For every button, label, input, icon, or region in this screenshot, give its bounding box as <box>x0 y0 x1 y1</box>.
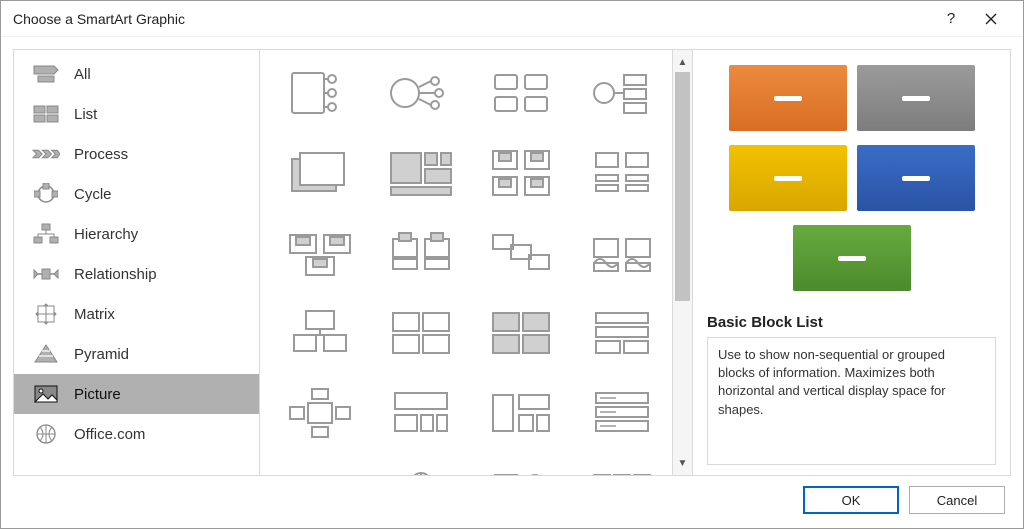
scroll-down-button[interactable]: ▼ <box>674 453 692 473</box>
scroll-up-button[interactable]: ▲ <box>674 52 692 72</box>
layout-thumb[interactable] <box>274 298 367 368</box>
dialog-body: All List Process <box>1 37 1023 528</box>
sidebar-item-label: Pyramid <box>74 346 129 363</box>
process-icon <box>32 143 60 165</box>
layout-thumb[interactable] <box>576 138 669 208</box>
preview-canvas <box>707 58 996 298</box>
layout-thumb[interactable] <box>475 378 568 448</box>
preview-block-1 <box>729 65 847 131</box>
sidebar-item-label: Relationship <box>74 266 157 283</box>
help-button[interactable]: ? <box>931 5 971 33</box>
sidebar-item-pyramid[interactable]: Pyramid <box>14 334 259 374</box>
sidebar-item-label: Process <box>74 146 128 163</box>
close-button[interactable] <box>971 5 1011 33</box>
layout-thumb[interactable] <box>576 218 669 288</box>
preview-block-2 <box>857 65 975 131</box>
pyramid-icon <box>32 343 60 365</box>
layout-thumb[interactable] <box>375 58 468 128</box>
layout-thumb[interactable] <box>375 138 468 208</box>
layout-gallery <box>260 50 672 475</box>
layout-thumb[interactable] <box>375 378 468 448</box>
smartart-dialog: Choose a SmartArt Graphic ? All <box>0 0 1024 529</box>
relationship-icon <box>32 263 60 285</box>
scroll-track[interactable] <box>673 72 692 453</box>
layout-thumb[interactable] <box>475 298 568 368</box>
matrix-icon <box>32 303 60 325</box>
sidebar-item-all[interactable]: All <box>14 54 259 94</box>
preview-block-4 <box>857 145 975 211</box>
titlebar: Choose a SmartArt Graphic ? <box>1 1 1023 37</box>
layout-thumb[interactable] <box>576 378 669 448</box>
sidebar-item-label: All <box>74 66 91 83</box>
sidebar-item-officecom[interactable]: Office.com <box>14 414 259 454</box>
gallery-scrollbar[interactable]: ▲ ▼ <box>672 50 692 475</box>
sidebar-item-matrix[interactable]: Matrix <box>14 294 259 334</box>
layout-thumb[interactable] <box>375 458 468 475</box>
preview-title: Basic Block List <box>707 314 996 331</box>
picture-icon <box>32 383 60 405</box>
globe-icon <box>32 423 60 445</box>
main-area: All List Process <box>13 49 1011 476</box>
layout-thumb[interactable] <box>274 138 367 208</box>
category-sidebar: All List Process <box>14 50 260 475</box>
layout-thumb[interactable] <box>475 138 568 208</box>
layout-thumb[interactable] <box>274 458 367 475</box>
ok-button[interactable]: OK <box>803 486 899 514</box>
sidebar-item-process[interactable]: Process <box>14 134 259 174</box>
preview-pane: Basic Block List Use to show non-sequent… <box>692 50 1010 475</box>
dialog-title: Choose a SmartArt Graphic <box>13 11 185 27</box>
gallery-wrap: ▲ ▼ <box>260 50 692 475</box>
layout-thumb[interactable] <box>274 218 367 288</box>
layout-thumb[interactable] <box>475 58 568 128</box>
layout-thumb[interactable] <box>475 458 568 475</box>
button-bar: OK Cancel <box>13 484 1011 516</box>
preview-block-5 <box>793 225 911 291</box>
sidebar-item-label: Hierarchy <box>74 226 138 243</box>
sidebar-item-picture[interactable]: Picture <box>14 374 259 414</box>
hierarchy-icon <box>32 223 60 245</box>
layout-thumb[interactable] <box>274 378 367 448</box>
sidebar-item-label: Cycle <box>74 186 112 203</box>
sidebar-item-list[interactable]: List <box>14 94 259 134</box>
layout-thumb[interactable] <box>375 218 468 288</box>
sidebar-item-label: List <box>74 106 97 123</box>
sidebar-item-label: Picture <box>74 386 121 403</box>
sidebar-item-label: Matrix <box>74 306 115 323</box>
layout-thumb[interactable] <box>576 458 669 475</box>
sidebar-item-hierarchy[interactable]: Hierarchy <box>14 214 259 254</box>
cycle-icon <box>32 183 60 205</box>
preview-description: Use to show non-sequential or grouped bl… <box>707 337 996 465</box>
scroll-thumb[interactable] <box>675 72 690 301</box>
sidebar-item-cycle[interactable]: Cycle <box>14 174 259 214</box>
sidebar-item-relationship[interactable]: Relationship <box>14 254 259 294</box>
list-icon <box>32 103 60 125</box>
cancel-button[interactable]: Cancel <box>909 486 1005 514</box>
layout-thumb[interactable] <box>576 298 669 368</box>
sidebar-item-label: Office.com <box>74 426 145 443</box>
preview-block-3 <box>729 145 847 211</box>
all-icon <box>32 63 60 85</box>
layout-thumb[interactable] <box>375 298 468 368</box>
layout-thumb[interactable] <box>576 58 669 128</box>
layout-thumb[interactable] <box>475 218 568 288</box>
layout-thumb[interactable] <box>274 58 367 128</box>
